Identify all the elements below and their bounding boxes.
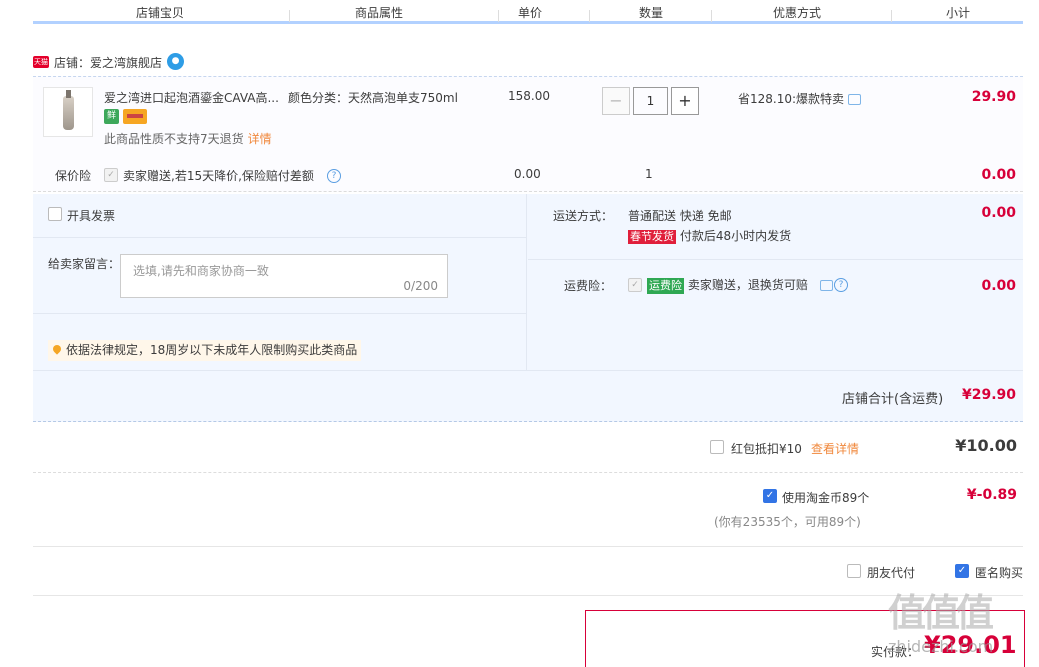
taojinbi-amount: ¥-0.89 xyxy=(966,487,1017,503)
shop-row: 天猫 店铺：爱之湾旗舰店 ● xyxy=(33,50,1023,74)
shipping-fee: 0.00 xyxy=(981,205,1016,221)
order-item: 爱之湾进口起泡酒鎏金CAVA高... 鲜 此商品性质不支持7天退货 详情 颜色分类… xyxy=(33,76,1023,192)
divider xyxy=(711,10,712,22)
freight-insurance-fee: 0.00 xyxy=(981,278,1016,294)
insurance-subtotal: 0.00 xyxy=(981,167,1016,183)
shipping-time: 付款后48小时内发货 xyxy=(679,229,792,243)
comment-icon[interactable] xyxy=(848,94,862,105)
service-badge-icon: 鲜 xyxy=(104,109,119,124)
message-textarea[interactable]: 选填,请先和商家协商一致 0/200 xyxy=(120,254,448,298)
invoice-label: 开具发票 xyxy=(67,209,116,223)
holiday-shipping-tag: 春节发货 xyxy=(628,230,676,244)
message-char-count: 0/200 xyxy=(403,279,438,293)
watermark-domain: zhidezhi.com xyxy=(888,637,994,656)
col-item-header: 店铺宝贝 xyxy=(136,6,185,20)
shipping-time-row: 春节发货 付款后48小时内发货 xyxy=(628,227,791,244)
qty-decrease-button[interactable]: − xyxy=(602,87,630,115)
divider xyxy=(289,10,290,22)
freight-insurance-checkbox: ✓ xyxy=(628,278,642,292)
invoice-checkbox[interactable] xyxy=(48,207,62,221)
quantity-input[interactable]: 1 xyxy=(633,87,668,115)
freight-insurance-row: 运费险 卖家赠送，退换货可赔 xyxy=(647,276,808,294)
shop-total-label: 店铺合计(含运费) xyxy=(842,392,944,407)
redpacket-amount: ¥10.00 xyxy=(955,436,1017,455)
redpacket-checkbox[interactable] xyxy=(710,440,724,454)
shipping-label: 运送方式： xyxy=(553,209,614,223)
divider xyxy=(33,370,1023,371)
friend-pay-label: 朋友代付 xyxy=(867,566,916,580)
unit-price: 158.00 xyxy=(508,89,550,103)
divider xyxy=(33,546,1023,547)
redpacket-label: 红包抵扣¥10 xyxy=(731,442,802,456)
legal-notice-text: 依据法律规定，18周岁以下未成年人限制购买此类商品 xyxy=(66,343,358,357)
taojinbi-checkbox[interactable]: ✓ xyxy=(763,489,777,503)
divider xyxy=(33,237,527,238)
message-label: 给卖家留言： xyxy=(48,257,121,271)
friend-pay-checkbox[interactable] xyxy=(847,564,861,578)
freight-insurance-label: 运费险： xyxy=(564,279,613,293)
product-title-link[interactable]: 爱之湾进口起泡酒鎏金CAVA高... xyxy=(104,89,279,106)
divider xyxy=(891,10,892,22)
promotion-label: 省128.10:爆款特卖 xyxy=(738,92,845,106)
qty-increase-button[interactable]: + xyxy=(671,87,699,115)
message-placeholder: 选填,请先和商家协商一致 xyxy=(133,264,269,278)
anonymous-label: 匿名购买 xyxy=(975,566,1024,580)
freight-insurance-text: 卖家赠送，退换货可赔 xyxy=(687,278,808,292)
divider xyxy=(33,595,1023,596)
insurance-checkbox: ✓ xyxy=(104,168,118,182)
legal-notice: 依据法律规定，18周岁以下未成年人限制购买此类商品 xyxy=(48,340,362,361)
card-badge-icon xyxy=(123,109,147,124)
shipping-method: 普通配送 快递 免邮 xyxy=(628,209,732,223)
product-attribute: 颜色分类：天然高泡单支750ml xyxy=(288,91,458,105)
taojinbi-note: (你有23535个，可用89个) xyxy=(714,515,861,529)
location-pin-icon xyxy=(51,343,63,355)
taojinbi-label: 使用淘金币89个 xyxy=(782,491,870,505)
promotion-text: 省128.10:爆款特卖 xyxy=(738,90,862,107)
no-return-text: 此商品性质不支持7天退货 xyxy=(104,132,244,146)
divider xyxy=(33,472,1023,473)
col-promo-header: 优惠方式 xyxy=(773,6,822,20)
help-icon[interactable]: ? xyxy=(327,169,341,183)
redpacket-detail-link[interactable]: 查看详情 xyxy=(811,440,859,457)
divider xyxy=(528,259,1023,260)
watermark-logo: 值值值 xyxy=(888,591,994,635)
table-header: 店铺宝贝 商品属性 单价 数量 优惠方式 小计 xyxy=(33,0,1023,24)
divider xyxy=(33,313,527,314)
insurance-text: 卖家赠送,若15天降价,保险赔付差额 xyxy=(123,169,314,183)
col-subtotal-header: 小计 xyxy=(946,6,971,20)
product-thumbnail[interactable] xyxy=(43,87,93,137)
shop-total: ¥29.90 xyxy=(961,387,1016,403)
wangwang-chat-icon[interactable]: ● xyxy=(167,53,184,70)
col-price-header: 单价 xyxy=(518,6,543,20)
divider xyxy=(498,10,499,22)
no-return-notice: 此商品性质不支持7天退货 详情 xyxy=(104,130,272,147)
col-attr-header: 商品属性 xyxy=(355,6,404,20)
shop-name-link[interactable]: 店铺：爱之湾旗舰店 xyxy=(54,54,162,71)
bottle-image xyxy=(63,90,74,130)
anonymous-checkbox[interactable]: ✓ xyxy=(955,564,969,578)
help-icon[interactable]: ? xyxy=(834,278,848,292)
col-qty-header: 数量 xyxy=(639,6,664,20)
divider xyxy=(589,10,590,22)
comment-icon[interactable] xyxy=(820,280,833,291)
freight-insurance-tag: 运费险 xyxy=(647,278,684,294)
insurance-label: 保价险 xyxy=(55,169,92,183)
tmall-logo-icon: 天猫 xyxy=(33,56,49,68)
order-options: 开具发票 给卖家留言： 选填,请先和商家协商一致 0/200 依据法律规定，18… xyxy=(33,194,1023,422)
item-subtotal: 29.90 xyxy=(971,89,1016,105)
insurance-price: 0.00 xyxy=(514,167,541,181)
detail-link[interactable]: 详情 xyxy=(248,132,272,146)
insurance-qty: 1 xyxy=(645,167,653,181)
